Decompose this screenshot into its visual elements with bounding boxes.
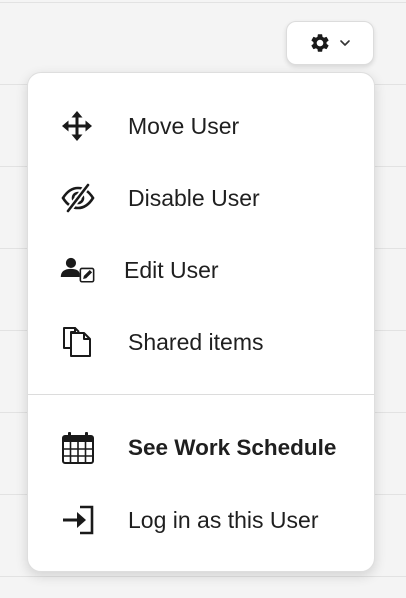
menu-item-label: Shared items: [128, 329, 264, 355]
user-actions-menu: Move User Disable User Edit User Shared …: [27, 72, 375, 572]
menu-item-label: Edit User: [124, 257, 219, 283]
menu-item-label: Log in as this User: [128, 507, 319, 533]
menu-item-move-user[interactable]: Move User: [28, 98, 374, 154]
menu-item-label: Move User: [128, 113, 240, 139]
table-row-divider: [0, 2, 406, 3]
menu-item-disable-user[interactable]: Disable User: [28, 170, 374, 226]
menu-item-edit-user[interactable]: Edit User: [28, 242, 374, 298]
menu-item-log-in-as-user[interactable]: Log in as this User: [28, 492, 374, 548]
menu-item-label: Disable User: [128, 185, 260, 211]
table-row-divider: [0, 576, 406, 577]
menu-item-shared-items[interactable]: Shared items: [28, 314, 374, 370]
eye-slash-icon: [60, 182, 96, 214]
calendar-icon: [60, 432, 96, 464]
user-edit-icon: [60, 254, 96, 286]
settings-dropdown-button[interactable]: [286, 21, 374, 65]
menu-divider: [28, 394, 374, 395]
login-icon: [60, 504, 96, 536]
chevron-down-icon: [339, 39, 351, 47]
gear-icon: [309, 32, 331, 54]
menu-item-see-work-schedule[interactable]: See Work Schedule: [28, 420, 374, 476]
move-arrows-icon: [60, 110, 96, 142]
menu-item-label: See Work Schedule: [128, 435, 337, 460]
shared-files-icon: [60, 326, 96, 358]
